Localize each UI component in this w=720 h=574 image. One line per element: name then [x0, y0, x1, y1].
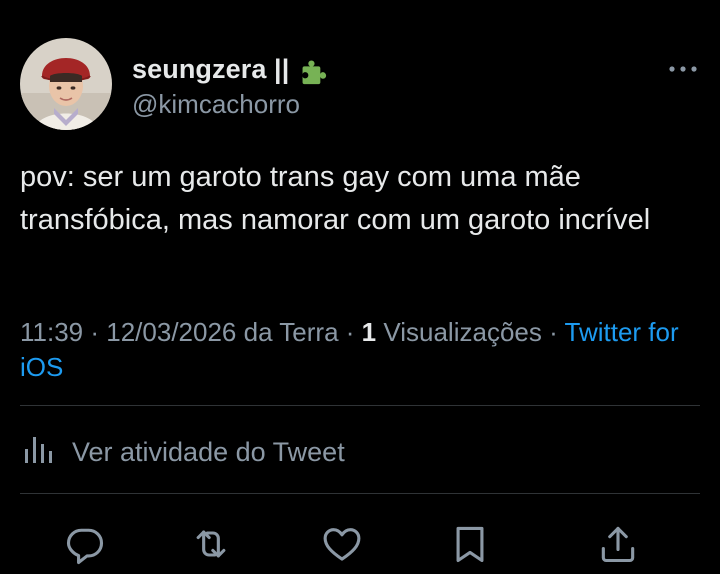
tweet-meta: 11:39 · 12/03/2026 da Terra · 1 Visualiz…	[20, 315, 700, 385]
avatar[interactable]	[20, 38, 112, 130]
display-name[interactable]: seungzera ||	[132, 54, 289, 85]
heart-icon	[323, 528, 361, 561]
user-handle[interactable]: @kimcachorro	[132, 89, 327, 120]
divider	[20, 493, 700, 494]
more-options-icon[interactable]	[666, 62, 700, 74]
share-icon	[601, 526, 635, 563]
retweet-icon	[196, 530, 226, 558]
views-count: 1	[361, 317, 377, 347]
user-info: seungzera || @kimcachorro	[132, 52, 327, 120]
tweet-text: pov: ser um garoto trans gay com uma mãe…	[20, 161, 651, 236]
meta-separator: ·	[541, 317, 565, 347]
share-button[interactable]	[596, 522, 640, 566]
tweet-actions-bar	[0, 520, 720, 566]
tweet-header: seungzera || @kimcachorro	[20, 38, 700, 132]
retweet-button[interactable]	[189, 522, 233, 566]
reply-button[interactable]	[63, 522, 107, 566]
like-button[interactable]	[320, 522, 364, 566]
meta-separator: ·	[83, 317, 107, 347]
tweet-date[interactable]: 12/03/2026	[106, 317, 236, 347]
tweet-location: da Terra	[243, 317, 339, 347]
bookmark-icon	[456, 526, 484, 563]
activity-label: Ver atividade do Tweet	[72, 436, 345, 467]
views-label[interactable]: Visualizações	[383, 317, 542, 347]
divider	[20, 405, 700, 406]
display-name-row: seungzera ||	[132, 52, 327, 86]
tweet-activity-link[interactable]: Ver atividade do Tweet	[22, 432, 345, 472]
analytics-bars-icon	[22, 433, 58, 472]
meta-separator: ·	[338, 317, 362, 347]
bookmark-button[interactable]	[448, 522, 492, 566]
avatar-image	[20, 38, 112, 130]
puzzle-piece-icon	[295, 53, 327, 85]
reply-icon	[66, 528, 104, 565]
tweet-time[interactable]: 11:39	[20, 317, 83, 347]
